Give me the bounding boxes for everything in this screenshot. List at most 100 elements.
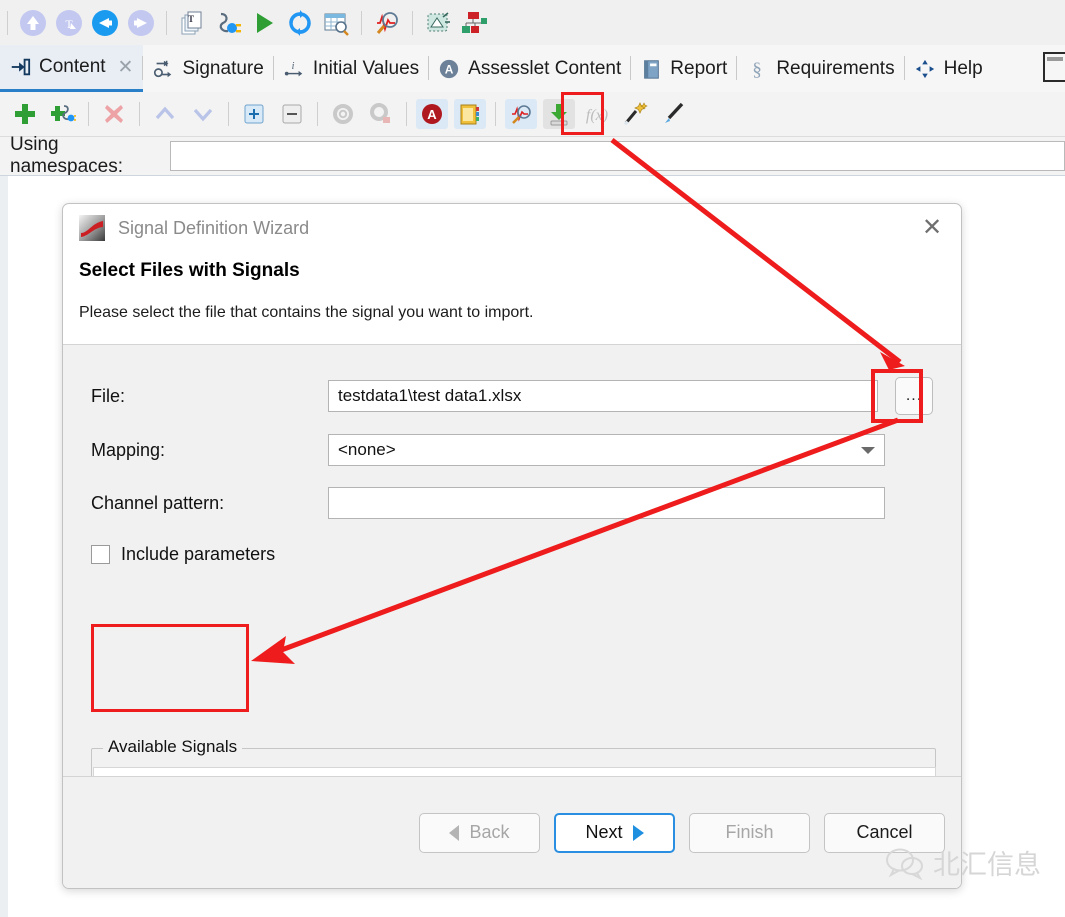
svg-text:T: T — [188, 14, 194, 24]
channel-pattern-row: Channel pattern: — [91, 487, 933, 519]
requirements-icon: § — [753, 59, 763, 80]
mapping-value: <none> — [338, 440, 396, 459]
settings-gear-icon[interactable] — [324, 97, 362, 131]
tab-label: Help — [943, 57, 983, 79]
chevron-right-icon — [632, 824, 644, 841]
add-connection-icon[interactable] — [44, 97, 82, 131]
finish-button[interactable]: Finish — [689, 812, 810, 853]
add-green-plus-icon[interactable] — [6, 97, 44, 131]
tab-initial-values[interactable]: i Initial Values — [274, 45, 430, 92]
include-parameters-checkbox[interactable] — [91, 545, 110, 564]
assesslet-icon: A — [439, 59, 459, 78]
toolbar-separator — [361, 10, 362, 35]
back-button[interactable]: Back — [419, 812, 540, 853]
copy-template-icon[interactable]: T — [174, 5, 210, 41]
toolbar-separator — [166, 10, 167, 35]
overflow-tab[interactable] — [1043, 52, 1065, 82]
main-toolbar: T T — [0, 0, 1065, 46]
namespaces-input[interactable] — [170, 141, 1065, 171]
back-button-label: Back — [469, 822, 510, 842]
expand-all-icon[interactable] — [235, 97, 273, 131]
tab-requirements[interactable]: § Requirements — [737, 45, 905, 92]
settings-delete-gear-icon[interactable] — [362, 97, 400, 131]
collapse-all-icon[interactable] — [273, 97, 311, 131]
diagram-icon[interactable] — [420, 5, 456, 41]
app-logo-icon — [79, 215, 105, 241]
paintbrush-icon[interactable] — [654, 97, 692, 131]
svg-text:A: A — [427, 107, 437, 122]
mapping-select[interactable]: <none> — [328, 434, 885, 466]
dialog-header: Select Files with Signals Please select … — [63, 260, 961, 322]
dialog-heading: Select Files with Signals — [79, 260, 300, 281]
tab-close-icon[interactable]: ✕ — [118, 58, 134, 77]
toolbar-separator — [88, 102, 89, 126]
toolbar-separator — [406, 102, 407, 126]
browse-button[interactable]: ... — [895, 377, 933, 415]
signature-icon — [154, 60, 172, 77]
report-icon — [644, 59, 660, 79]
overflow-tab-line — [1047, 57, 1063, 61]
dialog-titlebar: Signal Definition Wizard ✕ — [63, 204, 961, 252]
file-input[interactable]: testdata1\test data1.xlsx — [328, 380, 878, 412]
back-arrow-icon[interactable] — [87, 5, 123, 41]
run-play-icon[interactable] — [246, 5, 282, 41]
namespaces-row: Using namespaces: — [0, 134, 1065, 177]
browse-button-wrap: ... — [871, 369, 933, 423]
notebook-icon[interactable] — [454, 99, 486, 129]
available-signals-label: Available Signals — [103, 737, 243, 757]
tab-label: Report — [670, 57, 728, 79]
tab-label: Signature — [182, 57, 264, 79]
toolbar-separator — [317, 102, 318, 126]
delete-x-icon[interactable] — [95, 97, 133, 131]
cancel-button-label: Cancel — [856, 822, 913, 842]
tab-assesslet-content[interactable]: A Assesslet Content — [429, 45, 632, 92]
svg-text:A: A — [445, 62, 454, 76]
tab-help[interactable]: Help — [905, 45, 993, 92]
hierarchy-icon[interactable] — [456, 5, 492, 41]
namespaces-label: Using namespaces: — [10, 134, 124, 177]
tab-report[interactable]: Report — [631, 45, 738, 92]
left-gutter — [0, 176, 8, 917]
channel-pattern-label: Channel pattern: — [91, 492, 225, 513]
close-icon[interactable]: ✕ — [917, 216, 947, 240]
next-button-label: Next — [585, 822, 623, 842]
dialog-subtitle: Please select the file that contains the… — [79, 304, 534, 321]
channel-pattern-input[interactable] — [328, 487, 885, 519]
svg-text:i: i — [291, 61, 294, 72]
dialog-body: File: testdata1\test data1.xlsx ... Mapp… — [63, 344, 961, 888]
tab-label: Initial Values — [312, 57, 420, 79]
help-icon — [915, 59, 934, 78]
dialog-title: Signal Definition Wizard — [118, 217, 310, 238]
signal-analyze-icon[interactable] — [505, 99, 537, 129]
tab-content[interactable]: Content ✕ — [0, 45, 144, 92]
tab-label: Requirements — [776, 57, 895, 79]
initial-values-icon: i — [284, 61, 303, 76]
forward-arrow-icon[interactable] — [123, 5, 159, 41]
refresh-icon[interactable] — [282, 5, 318, 41]
app-window: T T Content ✕ Signature i Initial Values… — [0, 0, 1065, 917]
mapping-row: Mapping: <none> — [91, 434, 933, 466]
content-icon — [11, 58, 31, 76]
signal-analyze-icon[interactable] — [369, 5, 405, 41]
text-cursor-icon[interactable]: T — [51, 5, 87, 41]
next-button[interactable]: Next — [554, 812, 675, 853]
toolbar-separator — [495, 102, 496, 126]
cancel-button[interactable]: Cancel — [824, 812, 945, 853]
include-parameters-row[interactable]: Include parameters — [91, 544, 933, 565]
magic-wand-icon[interactable] — [616, 97, 654, 131]
file-label: File: — [91, 385, 126, 406]
toolbar-separator — [7, 10, 8, 35]
tab-signature[interactable]: Signature — [143, 45, 274, 92]
move-up-icon[interactable] — [146, 97, 184, 131]
tab-label: Assesslet Content — [468, 57, 622, 79]
plug-connect-icon[interactable] — [210, 5, 246, 41]
assesslet-a-icon[interactable]: A — [416, 99, 448, 129]
chevron-down-icon — [861, 446, 875, 454]
move-down-icon[interactable] — [184, 97, 222, 131]
mapping-label: Mapping: — [91, 439, 166, 460]
svg-text:§: § — [753, 59, 763, 80]
toolbar-separator — [412, 10, 413, 35]
up-arrow-icon[interactable] — [15, 5, 51, 41]
annotation-box-import-button — [561, 92, 604, 135]
table-search-icon[interactable] — [318, 5, 354, 41]
